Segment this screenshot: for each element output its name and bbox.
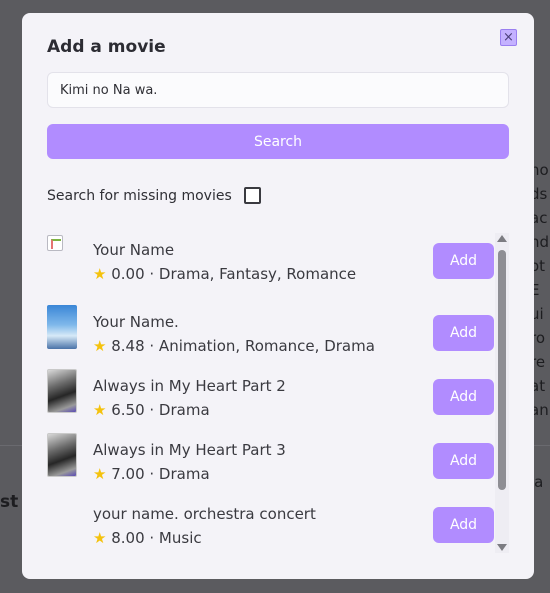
background-divider xyxy=(534,445,550,446)
list-item: Always in My Heart Part 2 ★ 6.50 · Drama… xyxy=(47,367,495,431)
movie-title: Always in My Heart Part 2 xyxy=(93,377,286,395)
background-heading-fragment: st xyxy=(0,492,19,512)
results-scrollbar[interactable] xyxy=(495,233,509,553)
add-button[interactable]: Add xyxy=(433,243,494,279)
movie-meta: ★ 7.00 · Drama xyxy=(93,465,210,483)
movie-search-input[interactable] xyxy=(47,72,509,108)
list-item: Your Name ★ 0.00 · Drama, Fantasy, Roman… xyxy=(47,231,495,295)
movie-rating-genres: 0.00 · Drama, Fantasy, Romance xyxy=(111,265,357,283)
close-icon: × xyxy=(503,30,514,45)
movie-rating-genres: 8.48 · Animation, Romance, Drama xyxy=(111,337,375,355)
background-divider xyxy=(0,445,22,446)
close-button[interactable]: × xyxy=(500,29,517,46)
broken-image-icon xyxy=(47,235,63,251)
results-list: Your Name ★ 0.00 · Drama, Fantasy, Roman… xyxy=(47,231,495,555)
movie-poster xyxy=(47,369,77,413)
movie-title: Your Name xyxy=(93,241,175,259)
add-button[interactable]: Add xyxy=(433,379,494,415)
movie-title: Always in My Heart Part 3 xyxy=(93,441,286,459)
movie-meta: ★ 0.00 · Drama, Fantasy, Romance xyxy=(93,265,356,283)
movie-meta: ★ 8.00 · Music xyxy=(93,529,202,547)
movie-meta: ★ 8.48 · Animation, Romance, Drama xyxy=(93,337,375,355)
movie-rating-genres: 8.00 · Music xyxy=(111,529,202,547)
star-icon: ★ xyxy=(93,529,107,547)
movie-title: your name. orchestra concert xyxy=(93,505,316,523)
missing-movies-checkbox[interactable] xyxy=(243,187,261,204)
star-icon: ★ xyxy=(93,337,107,355)
star-icon: ★ xyxy=(93,401,107,419)
missing-movies-row: Search for missing movies xyxy=(47,187,261,204)
add-button[interactable]: Add xyxy=(433,315,494,351)
movie-meta: ★ 6.50 · Drama xyxy=(93,401,210,419)
add-movie-modal: Add a movie × Search Search for missing … xyxy=(22,13,534,579)
modal-title: Add a movie xyxy=(47,37,166,57)
list-item: your name. orchestra concert ★ 8.00 · Mu… xyxy=(47,495,495,555)
scroll-down-arrow-icon[interactable] xyxy=(497,544,507,551)
movie-poster xyxy=(47,433,77,477)
star-icon: ★ xyxy=(93,465,107,483)
search-button[interactable]: Search xyxy=(47,124,509,159)
add-button[interactable]: Add xyxy=(433,443,494,479)
star-icon: ★ xyxy=(93,265,107,283)
scroll-up-arrow-icon[interactable] xyxy=(497,235,507,242)
movie-rating-genres: 7.00 · Drama xyxy=(111,465,210,483)
movie-rating-genres: 6.50 · Drama xyxy=(111,401,210,419)
scrollbar-thumb[interactable] xyxy=(498,250,506,490)
movie-title: Your Name. xyxy=(93,313,179,331)
list-item: Always in My Heart Part 3 ★ 7.00 · Drama… xyxy=(47,431,495,495)
list-item: Your Name. ★ 8.48 · Animation, Romance, … xyxy=(47,303,495,367)
movie-poster xyxy=(47,305,77,349)
add-button[interactable]: Add xyxy=(433,507,494,543)
missing-movies-label: Search for missing movies xyxy=(47,187,232,204)
